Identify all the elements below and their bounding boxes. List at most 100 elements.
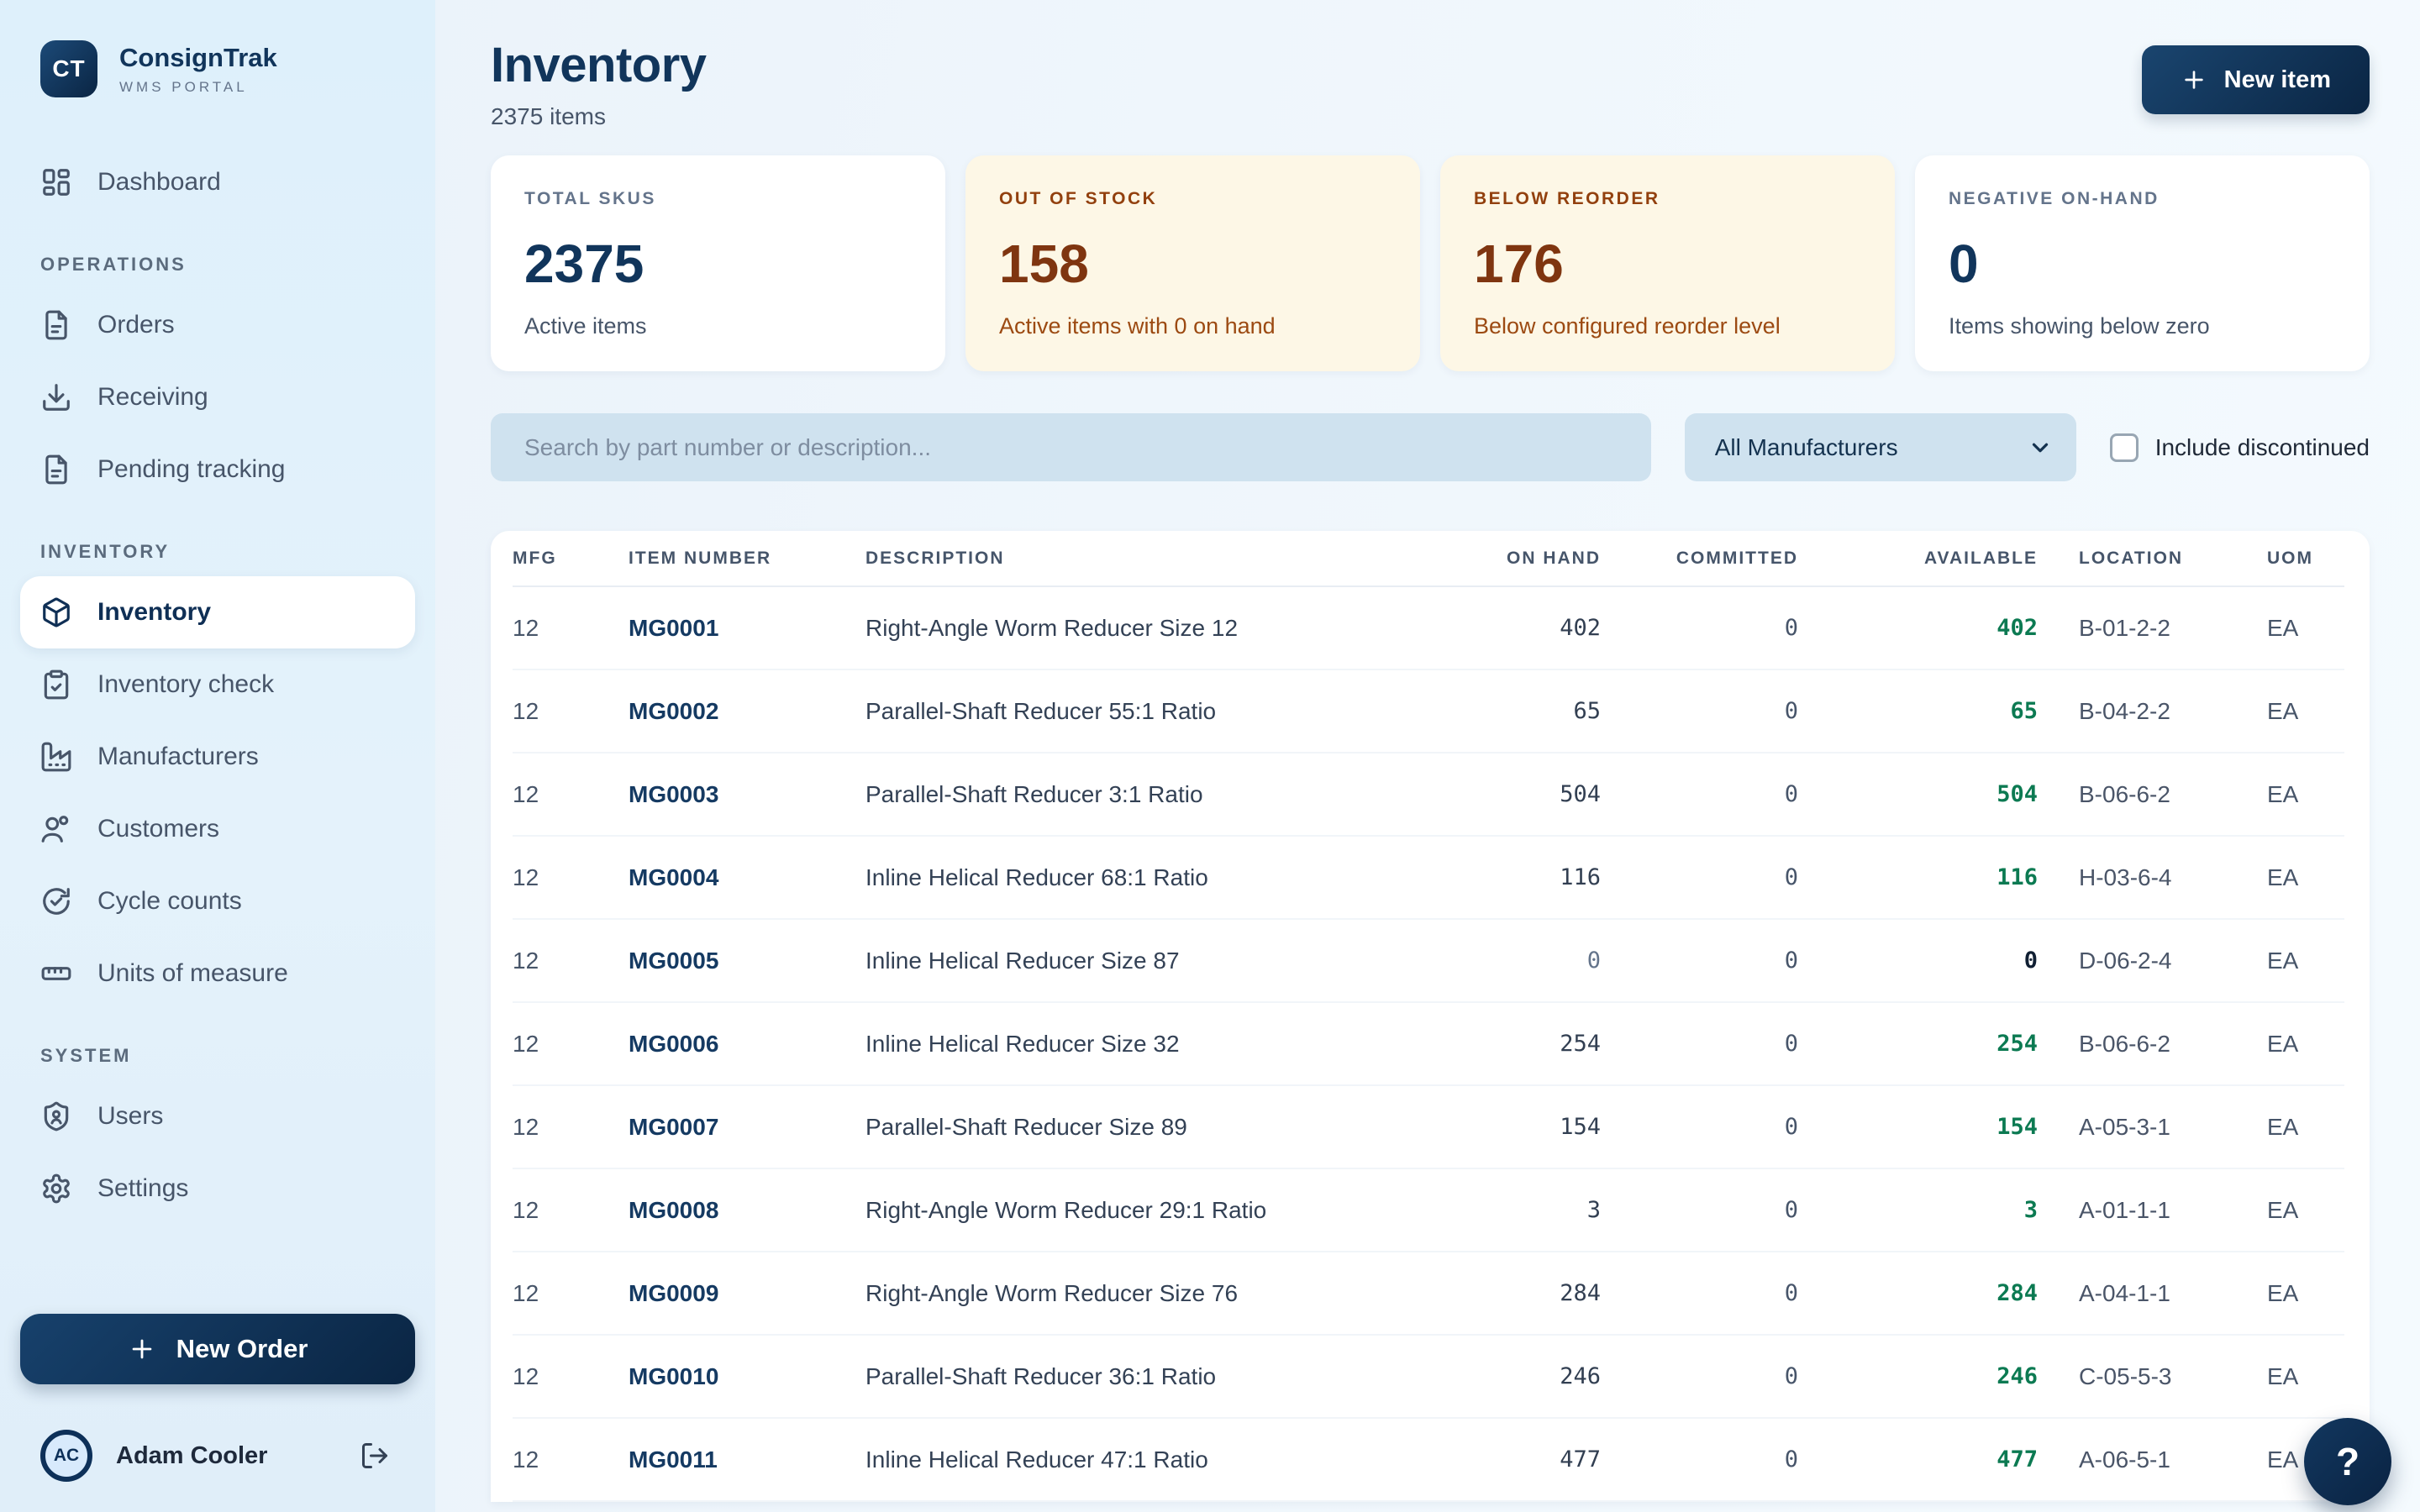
item-number-link[interactable]: MG0005 (629, 919, 865, 1002)
col-on-hand: ON HAND (1288, 531, 1601, 586)
sidebar-item-inventory-check[interactable]: Inventory check (0, 648, 435, 721)
cell-location: B-04-2-2 (2038, 669, 2267, 753)
page-header: Inventory 2375 items New item (491, 37, 2370, 130)
cell-committed: 0 (1601, 1002, 1798, 1085)
cell-committed: 0 (1601, 1168, 1798, 1252)
question-mark-icon: ? (2336, 1439, 2360, 1484)
factory-icon (40, 741, 72, 773)
app-subtitle: WMS PORTAL (119, 79, 277, 96)
item-number-link[interactable]: MG0007 (629, 1085, 865, 1168)
table-row[interactable]: 12 MG0001 Right-Angle Worm Reducer Size … (513, 586, 2344, 669)
cell-location: B-01-2-2 (2038, 586, 2267, 669)
sidebar-item-pending-tracking[interactable]: Pending tracking (0, 433, 435, 506)
cell-description: Right-Angle Worm Reducer 29:1 Ratio (865, 1168, 1288, 1252)
cell-location: C-05-5-3 (2038, 1335, 2267, 1418)
table-row[interactable]: 12 MG0009 Right-Angle Worm Reducer Size … (513, 1252, 2344, 1335)
sidebar-item-units-of-measure[interactable]: Units of measure (0, 937, 435, 1010)
sidebar-item-label: Customers (97, 815, 219, 843)
cell-mfg: 12 (513, 753, 629, 836)
inventory-table: MFG ITEM NUMBER DESCRIPTION ON HAND COMM… (513, 531, 2344, 1502)
table-row[interactable]: 12 MG0004 Inline Helical Reducer 68:1 Ra… (513, 836, 2344, 919)
cell-available: 254 (1798, 1002, 2038, 1085)
table-row[interactable]: 12 MG0007 Parallel-Shaft Reducer Size 89… (513, 1085, 2344, 1168)
table-row[interactable]: 12 MG0008 Right-Angle Worm Reducer 29:1 … (513, 1168, 2344, 1252)
sidebar-item-orders[interactable]: Orders (0, 289, 435, 361)
cell-description: Right-Angle Worm Reducer Size 12 (865, 586, 1288, 669)
page-title: Inventory (491, 37, 707, 93)
cell-on-hand: 284 (1288, 1252, 1601, 1335)
table-row[interactable]: 12 MG0003 Parallel-Shaft Reducer 3:1 Rat… (513, 753, 2344, 836)
help-button[interactable]: ? (2304, 1418, 2391, 1505)
table-row[interactable]: 12 MG0010 Parallel-Shaft Reducer 36:1 Ra… (513, 1335, 2344, 1418)
inventory-table-card: MFG ITEM NUMBER DESCRIPTION ON HAND COMM… (491, 531, 2370, 1502)
stat-card-negative-on-hand: NEGATIVE ON-HAND 0 Items showing below z… (1915, 155, 2370, 371)
include-discontinued-checkbox[interactable] (2110, 433, 2139, 462)
sidebar-item-manufacturers[interactable]: Manufacturers (0, 721, 435, 793)
col-description: DESCRIPTION (865, 531, 1288, 586)
cell-on-hand: 154 (1288, 1085, 1601, 1168)
sidebar-item-settings[interactable]: Settings (0, 1152, 435, 1225)
brand: CT ConsignTrak WMS PORTAL (0, 0, 435, 97)
sidebar-item-customers[interactable]: Customers (0, 793, 435, 865)
stat-label: BELOW REORDER (1474, 189, 1861, 209)
user-name: Adam Cooler (116, 1442, 355, 1470)
item-number-link[interactable]: MG0003 (629, 753, 865, 836)
item-number-link[interactable]: MG0006 (629, 1002, 865, 1085)
item-number-link[interactable]: MG0009 (629, 1252, 865, 1335)
cell-available: 284 (1798, 1252, 2038, 1335)
sidebar-nav: Dashboard OPERATIONS Orders Receiving Pe… (0, 146, 435, 1225)
stat-card-total-skus: TOTAL SKUS 2375 Active items (491, 155, 945, 371)
cell-committed: 0 (1601, 836, 1798, 919)
manufacturer-select[interactable]: All Manufacturers (1685, 413, 2076, 481)
cell-committed: 0 (1601, 1252, 1798, 1335)
sidebar-item-users[interactable]: Users (0, 1080, 435, 1152)
sidebar-item-receiving[interactable]: Receiving (0, 361, 435, 433)
cell-description: Parallel-Shaft Reducer 3:1 Ratio (865, 753, 1288, 836)
stat-description: Active items (524, 313, 912, 339)
table-row[interactable]: 12 MG0002 Parallel-Shaft Reducer 55:1 Ra… (513, 669, 2344, 753)
table-row[interactable]: 12 MG0005 Inline Helical Reducer Size 87… (513, 919, 2344, 1002)
new-order-button[interactable]: New Order (20, 1314, 415, 1384)
item-number-link[interactable]: MG0008 (629, 1168, 865, 1252)
cell-location: D-06-2-4 (2038, 919, 2267, 1002)
cell-on-hand: 65 (1288, 669, 1601, 753)
logout-icon (360, 1441, 390, 1471)
cell-description: Parallel-Shaft Reducer 55:1 Ratio (865, 669, 1288, 753)
sidebar-item-label: Receiving (97, 383, 208, 412)
item-number-link[interactable]: MG0002 (629, 669, 865, 753)
include-discontinued-label[interactable]: Include discontinued (2155, 434, 2370, 461)
table-row[interactable]: 12 MG0006 Inline Helical Reducer Size 32… (513, 1002, 2344, 1085)
item-number-link[interactable]: MG0001 (629, 586, 865, 669)
search-input[interactable] (491, 413, 1651, 481)
cell-description: Inline Helical Reducer 68:1 Ratio (865, 836, 1288, 919)
cell-committed: 0 (1601, 1085, 1798, 1168)
manufacturer-select-wrap: All Manufacturers (1685, 413, 2076, 481)
sidebar-item-dashboard[interactable]: Dashboard (0, 146, 435, 218)
ruler-icon (40, 958, 72, 990)
cell-on-hand: 0 (1288, 919, 1601, 1002)
cell-on-hand: 254 (1288, 1002, 1601, 1085)
cell-mfg: 12 (513, 1168, 629, 1252)
item-number-link[interactable]: MG0010 (629, 1335, 865, 1418)
cell-uom: EA (2267, 1002, 2344, 1085)
col-mfg: MFG (513, 531, 629, 586)
item-number-link[interactable]: MG0004 (629, 836, 865, 919)
new-item-button[interactable]: New item (2142, 45, 2370, 114)
cell-location: A-04-1-1 (2038, 1252, 2267, 1335)
cell-mfg: 12 (513, 1418, 629, 1501)
cell-mfg: 12 (513, 1085, 629, 1168)
table-row[interactable]: 12 MG0011 Inline Helical Reducer 47:1 Ra… (513, 1418, 2344, 1501)
sidebar-item-inventory[interactable]: Inventory (20, 576, 415, 648)
box-icon (40, 596, 72, 628)
cell-on-hand: 116 (1288, 836, 1601, 919)
new-order-label: New Order (176, 1334, 308, 1364)
cell-committed: 0 (1601, 669, 1798, 753)
stat-value: 2375 (524, 233, 912, 295)
logout-button[interactable] (355, 1436, 395, 1476)
cell-mfg: 12 (513, 586, 629, 669)
cell-committed: 0 (1601, 1418, 1798, 1501)
avatar-initials: AC (54, 1446, 79, 1466)
cell-available: 65 (1798, 669, 2038, 753)
sidebar-item-cycle-counts[interactable]: Cycle counts (0, 865, 435, 937)
item-number-link[interactable]: MG0011 (629, 1418, 865, 1501)
